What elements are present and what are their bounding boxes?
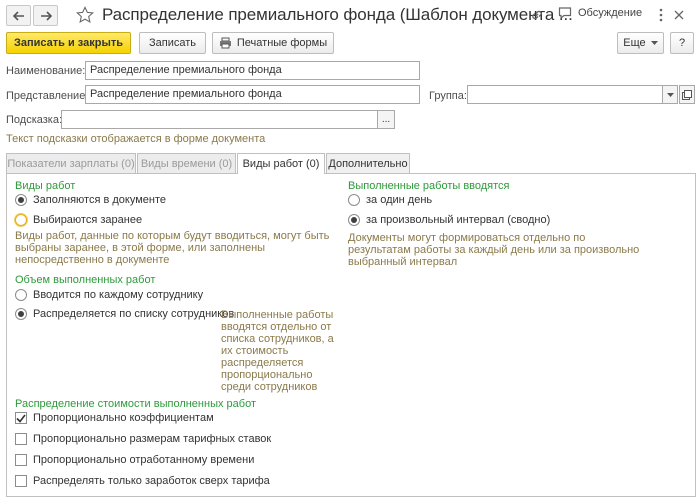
cost-option-coefficients[interactable]: Пропорционально коэффициентам — [15, 412, 214, 424]
chat-icon — [558, 7, 572, 20]
option-label: за произвольный интервал (сводно) — [366, 214, 551, 226]
tab-work-types[interactable]: Виды работ (0) — [237, 153, 325, 174]
work-types-description: Виды работ, данные по которым будут ввод… — [15, 230, 330, 266]
arrow-right-icon — [40, 10, 52, 21]
close-icon[interactable] — [671, 5, 687, 25]
more-button[interactable]: Еще — [617, 32, 664, 54]
print-forms-label: Печатные формы — [236, 37, 328, 49]
option-label: Заполняются в документе — [33, 194, 167, 206]
open-window-icon — [682, 89, 692, 100]
arrow-left-icon — [12, 10, 24, 21]
option-label: Распределять только заработок сверх тари… — [33, 475, 270, 487]
group-label: Группа: — [429, 90, 467, 102]
checkbox[interactable] — [15, 433, 27, 445]
discussion-button[interactable]: Обсуждение — [558, 6, 642, 20]
work-types-option-fill[interactable]: Заполняются в документе — [15, 194, 166, 206]
radio-button[interactable] — [348, 214, 360, 226]
radio-button[interactable] — [15, 214, 27, 226]
checkbox[interactable] — [15, 412, 27, 424]
presentation-field[interactable]: Распределение премиального фонда — [85, 85, 420, 104]
link-icon[interactable] — [529, 7, 545, 23]
presentation-label: Представление: — [6, 90, 89, 102]
option-label: Выбираются заранее — [33, 214, 143, 226]
discussion-label: Обсуждение — [578, 7, 643, 19]
group-dropdown-button[interactable] — [662, 85, 678, 104]
cost-distribution-title: Распределение стоимости выполненных рабо… — [15, 398, 256, 410]
forward-button[interactable] — [33, 5, 58, 26]
radio-button[interactable] — [15, 308, 27, 320]
chevron-down-icon — [666, 92, 674, 97]
window-title: Распределение премиального фонда (Шаблон… — [102, 5, 573, 24]
completed-work-option-interval[interactable]: за произвольный интервал (сводно) — [348, 214, 550, 226]
cost-option-worked-time[interactable]: Пропорционально отработанному времени — [15, 454, 254, 466]
option-label: Распределяется по списку сотрудников — [33, 308, 235, 320]
hint-field[interactable] — [61, 110, 378, 129]
checkbox[interactable] — [15, 475, 27, 487]
volume-description: Выполненные работы вводятся отдельно от … — [221, 309, 334, 393]
work-types-option-preselect[interactable]: Выбираются заранее — [15, 214, 142, 226]
favorite-star-icon[interactable] — [75, 5, 95, 25]
volume-option-each-employee[interactable]: Вводится по каждому сотруднику — [15, 289, 203, 301]
work-types-title: Виды работ — [15, 180, 76, 192]
checkmark-icon — [16, 414, 26, 423]
more-label: Еще — [623, 37, 646, 49]
volume-title: Объем выполненных работ — [15, 274, 156, 286]
help-button[interactable]: ? — [670, 32, 694, 54]
tab-time-types[interactable]: Виды времени (0) — [137, 153, 236, 173]
option-label: за один день — [366, 194, 433, 206]
radio-button[interactable] — [15, 194, 27, 206]
option-label: Пропорционально коэффициентам — [33, 412, 214, 424]
group-field[interactable] — [467, 85, 663, 104]
group-open-button[interactable] — [679, 85, 695, 104]
tab-additional[interactable]: Дополнительно — [326, 153, 410, 173]
option-label: Пропорционально отработанному времени — [33, 454, 255, 466]
radio-button[interactable] — [15, 289, 27, 301]
option-label: Пропорционально размерам тарифных ставок — [33, 433, 272, 445]
option-label: Вводится по каждому сотруднику — [33, 289, 204, 301]
cost-option-tariff-rates[interactable]: Пропорционально размерам тарифных ставок — [15, 433, 271, 445]
print-forms-button[interactable]: Печатные формы — [212, 32, 334, 54]
chevron-down-icon — [650, 41, 658, 45]
volume-option-distributed[interactable]: Распределяется по списку сотрудников — [15, 308, 234, 320]
save-and-close-button[interactable]: Записать и закрыть — [6, 32, 131, 54]
printer-icon — [219, 37, 231, 49]
checkbox[interactable] — [15, 454, 27, 466]
radio-button[interactable] — [348, 194, 360, 206]
tab-salary-indicators[interactable]: Показатели зарплаты (0) — [6, 153, 136, 173]
name-field[interactable]: Распределение премиального фонда — [85, 61, 420, 80]
save-button[interactable]: Записать — [139, 32, 206, 54]
completed-work-option-day[interactable]: за один день — [348, 194, 432, 206]
hint-select-button[interactable]: ... — [377, 110, 395, 129]
hint-label: Подсказка: — [6, 114, 63, 126]
completed-work-description: Документы могут формироваться отдельно п… — [348, 232, 640, 268]
hint-note: Текст подсказки отображается в форме док… — [6, 133, 266, 145]
completed-work-title: Выполненные работы вводятся — [348, 180, 510, 192]
cost-option-above-tariff[interactable]: Распределять только заработок сверх тари… — [15, 475, 270, 487]
name-label: Наименование: — [6, 65, 86, 77]
kebab-menu-icon[interactable] — [653, 5, 669, 25]
back-button[interactable] — [6, 5, 31, 26]
